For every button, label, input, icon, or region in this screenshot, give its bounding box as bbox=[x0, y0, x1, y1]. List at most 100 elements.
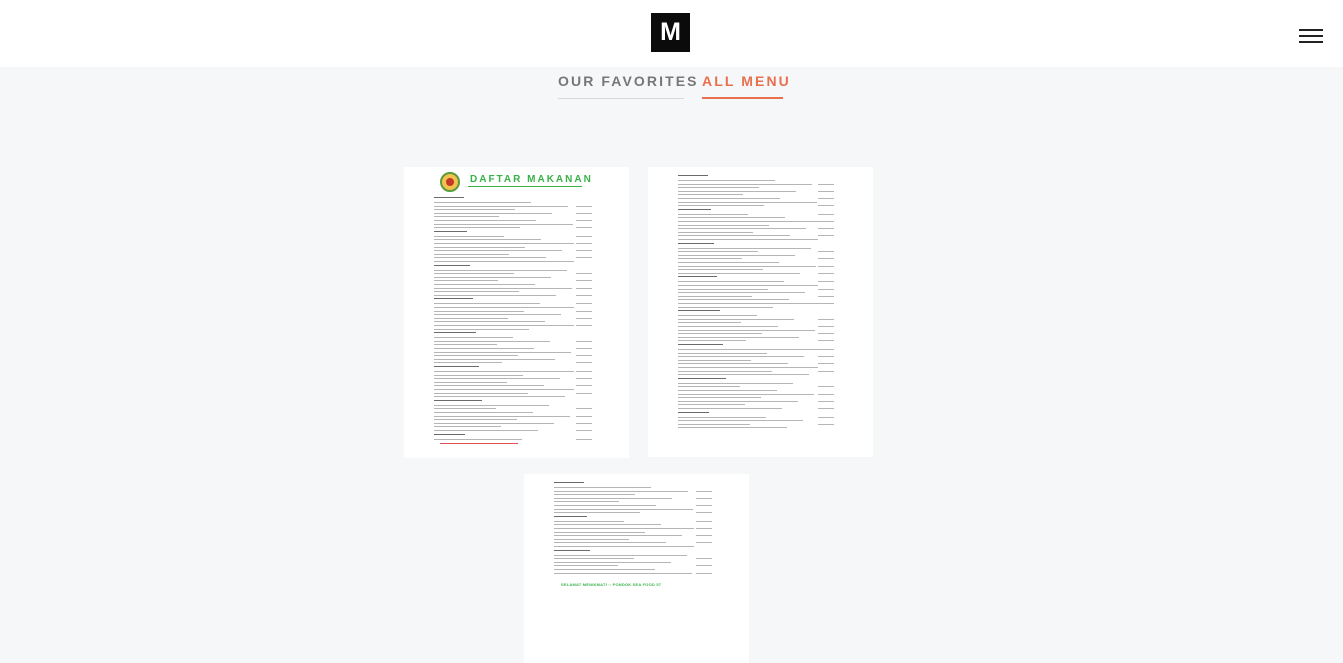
menu-price-line bbox=[818, 213, 834, 215]
menu-text-line bbox=[554, 497, 672, 499]
menu-text-line bbox=[554, 535, 682, 537]
menu-text-line bbox=[678, 208, 711, 210]
menu-price-line bbox=[818, 303, 834, 304]
menu-price-line bbox=[818, 363, 834, 365]
menu-price-line bbox=[818, 281, 834, 283]
menu-text-line bbox=[554, 482, 584, 483]
menu-price-line bbox=[818, 340, 834, 342]
menu-text-line bbox=[678, 420, 803, 422]
menu-page-thumbnail-3[interactable]: SELAMAT MENIKMATI :: PONDOK SEA FOOD 57 bbox=[524, 474, 749, 663]
menu-text-line bbox=[434, 250, 562, 252]
menu-text-line bbox=[434, 291, 519, 293]
menu-text-line bbox=[434, 344, 497, 346]
menu-text-line bbox=[434, 328, 529, 330]
menu-price-line bbox=[576, 408, 592, 410]
menu-text-line bbox=[434, 269, 567, 271]
menu-price-line bbox=[818, 265, 834, 267]
menu-price-line bbox=[576, 385, 592, 387]
restaurant-emblem-icon bbox=[440, 172, 460, 192]
menu-price-line bbox=[576, 287, 592, 289]
menu-price-line bbox=[696, 565, 712, 567]
menu-text-line bbox=[434, 366, 479, 367]
tab-our-favorites[interactable]: OUR FAVORITES bbox=[558, 73, 697, 99]
menu-text-line bbox=[678, 285, 818, 286]
menu-price-line bbox=[818, 288, 834, 290]
menu-page-thumbnail-2[interactable] bbox=[648, 167, 873, 457]
menu-text-line bbox=[434, 216, 499, 218]
menu-text-line bbox=[434, 433, 465, 435]
menu-price-line bbox=[818, 356, 834, 358]
menu-text-line bbox=[678, 247, 811, 249]
menu-text-line bbox=[678, 299, 789, 301]
menu-text-line bbox=[678, 221, 818, 222]
menu-price-line bbox=[818, 349, 834, 350]
menu-text-line bbox=[678, 183, 812, 185]
menu-price-line bbox=[818, 326, 834, 327]
menu-text-line bbox=[678, 382, 793, 384]
menu-price-line bbox=[818, 386, 834, 388]
site-logo[interactable]: M bbox=[651, 13, 690, 52]
menu-text-line bbox=[678, 224, 769, 226]
menu-text-line bbox=[678, 333, 762, 335]
menu-text-line bbox=[434, 264, 470, 266]
menu-text-line bbox=[434, 239, 541, 241]
menu-text-line bbox=[678, 367, 818, 368]
menu-text-line bbox=[434, 276, 551, 278]
menu-price-line bbox=[576, 227, 592, 229]
tab-all-menu[interactable]: ALL MENU bbox=[702, 73, 789, 99]
menu-text-line bbox=[678, 303, 818, 304]
menu-price-line bbox=[696, 528, 712, 529]
menu-text-line bbox=[434, 430, 538, 431]
menu-text-line bbox=[554, 524, 661, 526]
menu-price-line bbox=[576, 362, 592, 364]
menu-text-line bbox=[678, 217, 785, 219]
menu-text-line bbox=[678, 377, 726, 379]
menu-text-line bbox=[434, 408, 496, 410]
menu-price-line bbox=[818, 423, 834, 425]
menu-text-line bbox=[434, 389, 574, 390]
hamburger-menu-icon[interactable] bbox=[1298, 28, 1325, 44]
menu-text-line bbox=[554, 501, 619, 503]
menu-text-line bbox=[434, 294, 556, 296]
menu-text-line bbox=[434, 340, 550, 342]
menu-text-line bbox=[678, 393, 814, 395]
menu-text-line bbox=[678, 370, 772, 372]
menu-text-line bbox=[434, 404, 549, 406]
menu-price-line bbox=[576, 371, 592, 372]
menu-text-line bbox=[678, 262, 779, 263]
menu-text-line bbox=[554, 528, 694, 529]
menu-text-line bbox=[678, 356, 804, 358]
menu-text-line bbox=[434, 314, 561, 316]
menu-price-line bbox=[696, 572, 712, 574]
menu-price-line bbox=[576, 317, 592, 319]
menu-price-line bbox=[576, 250, 592, 252]
menu-price-line bbox=[818, 393, 834, 395]
menu-price-line bbox=[576, 310, 592, 312]
menu-text-line bbox=[434, 317, 508, 319]
menu-price-line bbox=[576, 257, 592, 259]
menu-text-line bbox=[434, 202, 531, 203]
menu-text-line bbox=[434, 419, 517, 421]
menu-price-line bbox=[576, 378, 592, 380]
menu-text-line bbox=[678, 251, 758, 253]
menu-text-line bbox=[554, 494, 635, 496]
menu-price-line bbox=[696, 512, 712, 514]
menu-text-line bbox=[678, 408, 782, 409]
menu-text-line bbox=[678, 315, 757, 317]
menu-price-line bbox=[818, 258, 834, 260]
menu-text-line bbox=[678, 235, 790, 237]
menu-text-line bbox=[554, 487, 651, 488]
hamburger-bar bbox=[1299, 41, 1323, 43]
menu-text-line bbox=[434, 371, 574, 372]
menu-text-line bbox=[554, 546, 694, 547]
menu-page-thumbnail-1[interactable]: DAFTAR MAKANAN bbox=[404, 167, 629, 458]
menu-text-line bbox=[434, 243, 574, 244]
menu-price-line bbox=[576, 303, 592, 305]
menu-text-line bbox=[434, 298, 473, 300]
menu-text-line bbox=[554, 542, 666, 544]
menu-price-line bbox=[696, 520, 712, 522]
menu-text-line bbox=[434, 284, 535, 285]
menu-text-line bbox=[678, 397, 761, 399]
menu-price-line bbox=[696, 535, 712, 537]
menu-text-line bbox=[434, 261, 574, 262]
